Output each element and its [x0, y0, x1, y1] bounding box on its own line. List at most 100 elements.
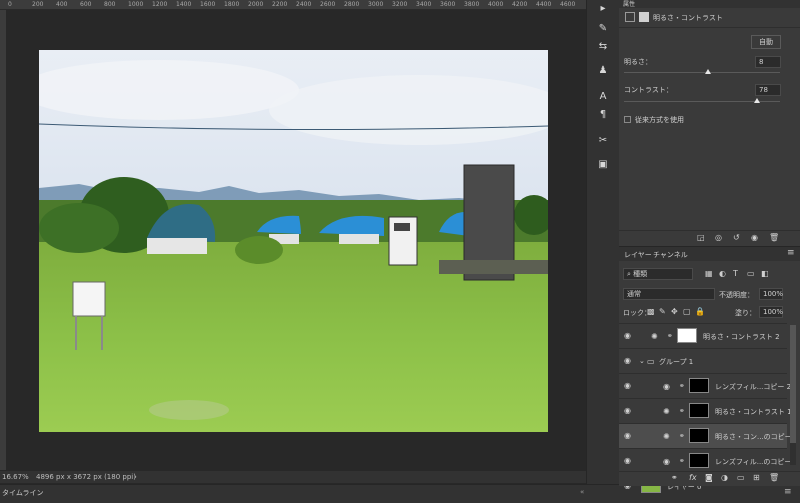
mask-thumbnail[interactable] — [689, 378, 709, 393]
sun-icon: ✺ — [663, 407, 670, 416]
export-icon[interactable]: ▣ — [594, 158, 612, 172]
layer-row[interactable]: ◉ ⌄ ▭ グループ 1 — [619, 348, 787, 374]
legacy-checkbox[interactable] — [624, 116, 631, 123]
filter-adjustment-icon[interactable]: ◐ — [719, 269, 726, 278]
layer-visibility-eye-icon[interactable]: ◉ — [624, 431, 633, 440]
brightness-label: 明るさ： — [624, 58, 652, 66]
contrast-input[interactable]: 78 — [755, 84, 781, 96]
layer-name[interactable]: 明るさ・コントラスト 2 — [703, 332, 780, 342]
mask-link-icon[interactable]: ⚭ — [679, 432, 685, 440]
history-icon[interactable]: ▸ — [594, 2, 612, 16]
properties-tab[interactable]: 属性 — [623, 0, 635, 8]
document-canvas[interactable] — [39, 50, 548, 432]
mask-thumbnail[interactable] — [689, 428, 709, 443]
mask-thumbnail[interactable] — [677, 328, 697, 343]
layer-row[interactable]: ◉ ✺ ⚭ 明るさ・コントラスト 1 — [619, 398, 792, 424]
timeline-tab[interactable]: タイムライン — [2, 488, 44, 498]
lock-pixels-icon[interactable]: ✎ — [659, 307, 666, 316]
view-previous-icon[interactable]: ◎ — [715, 233, 722, 242]
character-icon[interactable]: A — [594, 90, 612, 104]
filter-smart-icon[interactable]: ◧ — [761, 269, 769, 278]
layer-row[interactable]: ◉ ✺ ⚭ 明るさ・コントラスト 2 — [619, 323, 787, 349]
sun-icon: ✺ — [663, 432, 670, 441]
layers-scrollbar[interactable] — [790, 325, 796, 465]
filter-type-icon[interactable]: T — [733, 269, 738, 278]
layer-name[interactable]: 明るさ・コントラスト 1 — [715, 407, 792, 417]
paragraph-icon[interactable]: ¶ — [594, 108, 612, 122]
tools-icon[interactable]: ✂ — [594, 134, 612, 148]
lock-all-icon[interactable]: 🔒 — [695, 307, 705, 316]
layer-name[interactable]: グループ 1 — [659, 357, 693, 367]
filter-kind-select[interactable]: ⌕ 種類 — [623, 268, 693, 280]
layers-menu-icon[interactable]: ≡ — [787, 248, 795, 258]
mask-link-icon[interactable]: ⚭ — [679, 382, 685, 390]
mask-link-icon[interactable]: ⚭ — [679, 457, 685, 465]
brightness-slider-track[interactable] — [624, 72, 780, 73]
new-layer-icon[interactable]: ⊞ — [753, 473, 760, 482]
add-mask-icon[interactable]: ◙ — [705, 473, 713, 482]
layers-scroll-thumb[interactable] — [790, 325, 796, 443]
fx-icon[interactable]: fx — [689, 473, 697, 482]
status-menu-arrow[interactable]: › — [134, 471, 137, 483]
tab-channels[interactable]: チャンネル — [653, 250, 688, 260]
camera-icon: ◉ — [663, 457, 670, 466]
ruler-tick-label: 1000 — [128, 1, 144, 8]
layer-visibility-eye-icon[interactable]: ◉ — [624, 456, 633, 465]
layer-name[interactable]: レンズフィル...のコピー — [715, 457, 791, 467]
lock-transparency-icon[interactable]: ▩ — [647, 307, 655, 316]
properties-footer: ◲ ◎ ↺ ◉ 🗑 — [619, 230, 800, 247]
group-chevron-icon[interactable]: ⌄ — [639, 357, 645, 365]
mask-thumbnail[interactable] — [689, 453, 709, 468]
layer-visibility-eye-icon[interactable]: ◉ — [624, 331, 633, 340]
legacy-label: 従来方式を使用 — [635, 116, 684, 124]
camera-icon: ◉ — [663, 382, 670, 391]
fill-input[interactable]: 100% — [759, 306, 783, 318]
adjustments-icon[interactable]: ⇆ — [594, 40, 612, 54]
mask-link-icon[interactable]: ⚭ — [679, 407, 685, 415]
lock-position-icon[interactable]: ✥ — [671, 307, 678, 316]
contrast-label: コントラスト： — [624, 86, 673, 94]
clip-to-layer-icon[interactable]: ◲ — [697, 233, 705, 242]
stamp-icon[interactable]: ♟ — [594, 64, 612, 78]
blend-mode-select[interactable]: 通常 — [623, 288, 715, 300]
ruler-tick-label: 3800 — [464, 1, 480, 8]
brightness-input[interactable]: 8 — [755, 56, 781, 68]
layer-name[interactable]: 明るさ・コン...のコピー — [715, 432, 792, 442]
tab-layers[interactable]: レイヤー — [624, 250, 652, 260]
layers-panel: レイヤー チャンネル ≡ ⌕ 種類 ▦ ◐ T ▭ ◧ 通常 不透明度： 100… — [619, 246, 800, 493]
brush-icon[interactable]: ✎ — [594, 22, 612, 36]
ruler-tick-label: 400 — [56, 1, 68, 8]
mask-icon[interactable] — [639, 12, 649, 22]
layer-name[interactable]: レンズフィル...コピー 2 — [715, 382, 791, 392]
delete-adjustment-icon[interactable]: 🗑 — [769, 233, 779, 242]
layers-footer: ⚭ fx ◙ ◑ ▭ ⊞ 🗑 — [619, 471, 800, 486]
new-adjustment-icon[interactable]: ◑ — [721, 473, 728, 482]
horizontal-ruler[interactable]: 0 200 400 600 800 1000 1200 1400 1600 1800 2000 220… — [0, 0, 586, 10]
auto-button[interactable]: 自動 — [751, 35, 781, 49]
timeline-collapse-icon[interactable]: « — [580, 488, 584, 496]
opacity-input[interactable]: 100% — [759, 288, 783, 300]
ruler-tick-label: 600 — [80, 1, 92, 8]
visibility-icon[interactable]: ◉ — [751, 233, 758, 242]
layer-row[interactable]: ◉ ✺ ⚭ 明るさ・コン...のコピー — [619, 423, 792, 449]
filter-pixel-icon[interactable]: ▦ — [705, 269, 713, 278]
mask-thumbnail[interactable] — [689, 403, 709, 418]
adjustment-icon — [625, 12, 635, 22]
zoom-level[interactable]: 16.67% — [2, 471, 29, 483]
ruler-tick-label: 3200 — [392, 1, 408, 8]
filter-shape-icon[interactable]: ▭ — [747, 269, 755, 278]
new-group-icon[interactable]: ▭ — [737, 473, 745, 482]
layer-visibility-eye-icon[interactable]: ◉ — [624, 356, 633, 365]
delete-layer-icon[interactable]: 🗑 — [769, 473, 779, 482]
mask-link-icon[interactable]: ⚭ — [667, 332, 673, 340]
brightness-slider-thumb[interactable] — [705, 69, 712, 74]
contrast-slider-thumb[interactable] — [753, 98, 760, 103]
fill-label: 塗り： — [735, 309, 756, 317]
lock-artboard-icon[interactable]: ▢ — [683, 307, 691, 316]
layer-visibility-eye-icon[interactable]: ◉ — [624, 381, 633, 390]
layer-visibility-eye-icon[interactable]: ◉ — [624, 406, 633, 415]
link-layers-icon[interactable]: ⚭ — [671, 473, 678, 482]
layer-row[interactable]: ◉ ◉ ⚭ レンズフィル...コピー 2 — [619, 373, 791, 399]
reset-icon[interactable]: ↺ — [733, 233, 740, 242]
ruler-tick-label: 3600 — [440, 1, 456, 8]
